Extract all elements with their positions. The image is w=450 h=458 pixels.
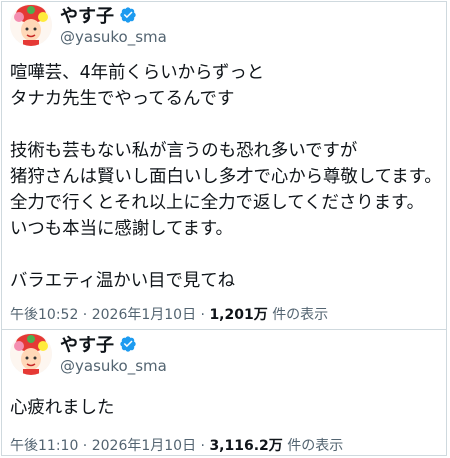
tweet-meta: 午後11:10 · 2026年1月10日 · 3,116.2万 件の表示 [10, 435, 343, 455]
author-handle[interactable]: @yasuko_sma [60, 28, 167, 46]
avatar[interactable] [10, 333, 52, 375]
view-label: 件の表示 [272, 307, 329, 323]
tweet: やす子 @yasuko_sma 心疲れました 午後11:10 · 2026年1月… [2, 331, 446, 458]
meta-separator: · [78, 438, 92, 454]
author-row: やす子 [60, 2, 137, 28]
tweet-date[interactable]: 2026年1月10日 [92, 307, 196, 323]
tweet-meta: 午後10:52 · 2026年1月10日 · 1,201万 件の表示 [10, 304, 328, 324]
author-row: やす子 [60, 331, 137, 357]
meta-separator: · [196, 438, 210, 454]
meta-separator: · [78, 307, 92, 323]
tweet-text: 喧嘩芸、4年前くらいからずっと タナカ先生でやってるんです 技術も芸もない私が言… [10, 63, 442, 291]
avatar[interactable] [10, 4, 52, 46]
author-handle[interactable]: @yasuko_sma [60, 357, 167, 375]
tweet-time[interactable]: 午後10:52 [10, 307, 78, 323]
author-name[interactable]: やす子 [60, 331, 114, 357]
tweet-divider [2, 329, 446, 330]
tweet-text: 心疲れました [10, 398, 115, 418]
tweet-date[interactable]: 2026年1月10日 [92, 438, 196, 454]
tweet-time[interactable]: 午後11:10 [10, 438, 78, 454]
view-count: 3,116.2万 [209, 438, 283, 454]
view-label: 件の表示 [287, 438, 344, 454]
meta-separator: · [196, 307, 210, 323]
tweet: やす子 @yasuko_sma 喧嘩芸、4年前くらいからずっと タナカ先生でやっ… [2, 2, 446, 328]
tweet-thread: やす子 @yasuko_sma 喧嘩芸、4年前くらいからずっと タナカ先生でやっ… [1, 1, 447, 456]
verified-badge-icon [119, 335, 137, 353]
verified-badge-icon [119, 6, 137, 24]
author-name[interactable]: やす子 [60, 2, 114, 28]
view-count: 1,201万 [209, 307, 268, 323]
